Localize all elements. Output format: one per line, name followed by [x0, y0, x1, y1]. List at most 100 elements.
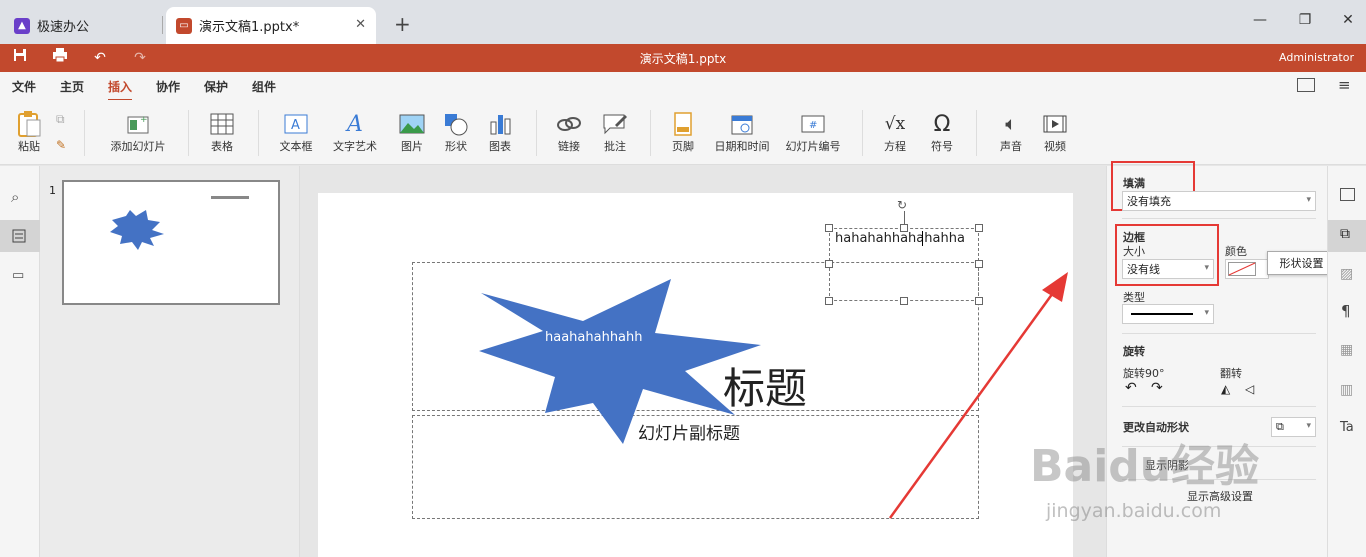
- svg-text:#: #: [809, 120, 817, 131]
- menu-protect[interactable]: 保护: [204, 78, 228, 95]
- ribbon-divider: [536, 110, 537, 156]
- divider: [1122, 406, 1316, 407]
- shape-icon: [443, 110, 469, 138]
- slide-settings-icon[interactable]: [1340, 188, 1355, 201]
- shape-settings-button[interactable]: ⧉: [1328, 220, 1366, 252]
- omega-icon: Ω: [933, 111, 951, 137]
- paste-button[interactable]: 粘贴: [12, 110, 46, 154]
- line-type-select[interactable]: ▾: [1122, 304, 1214, 324]
- flip-label: 翻转: [1220, 367, 1242, 380]
- hamburger-menu-icon[interactable]: ≡: [1338, 76, 1351, 94]
- textbox-button[interactable]: A 文本框: [276, 110, 316, 154]
- presentation-icon: ▭: [176, 17, 192, 34]
- tab-presentation[interactable]: ▭ 演示文稿1.pptx* ✕: [166, 7, 376, 44]
- video-button[interactable]: 视频: [1038, 110, 1072, 154]
- resize-handle[interactable]: [825, 297, 833, 305]
- paragraph-icon[interactable]: ¶: [1341, 302, 1351, 320]
- comment-button[interactable]: 批注: [598, 110, 632, 154]
- close-window-icon[interactable]: ✕: [1338, 12, 1358, 32]
- resize-handle[interactable]: [975, 224, 983, 232]
- copy-icon[interactable]: ⧉: [56, 112, 65, 127]
- textbox-icon: A: [284, 110, 308, 138]
- flip-horizontal-icon[interactable]: ◭: [1221, 382, 1230, 396]
- resize-handle[interactable]: [900, 224, 908, 232]
- resize-handle[interactable]: [975, 260, 983, 268]
- menu-insert[interactable]: 插入: [108, 78, 133, 101]
- comments-icon[interactable]: ▭: [12, 268, 24, 283]
- film-icon: [1043, 110, 1067, 138]
- table-settings-icon[interactable]: ▦: [1340, 342, 1353, 358]
- tab-jisu-office[interactable]: ▲ 极速办公: [4, 7, 160, 44]
- wordart-button[interactable]: A 文字艺术: [326, 110, 384, 154]
- menu-components[interactable]: 组件: [252, 78, 276, 95]
- flip-vertical-icon[interactable]: ◁: [1245, 382, 1254, 396]
- explosion-shape[interactable]: [473, 273, 773, 448]
- minimize-icon[interactable]: —: [1250, 12, 1270, 32]
- equation-button[interactable]: √x 方程: [876, 110, 914, 154]
- chevron-down-icon: ▾: [1306, 421, 1311, 431]
- resize-handle[interactable]: [825, 260, 833, 268]
- restore-icon[interactable]: ❐: [1295, 12, 1315, 32]
- symbol-button[interactable]: Ω 符号: [924, 110, 960, 154]
- divider: [1122, 333, 1316, 334]
- audio-button[interactable]: 🔈︎ 声音: [994, 110, 1028, 154]
- text-art-settings-icon[interactable]: Ta: [1340, 420, 1354, 435]
- slide-number-button[interactable]: # 幻灯片编号: [782, 110, 844, 154]
- format-painter-icon[interactable]: ✎: [56, 138, 66, 152]
- app-title-bar: ↶ ↷ 演示文稿1.pptx Administrator: [0, 44, 1366, 72]
- fill-label: 填满: [1123, 177, 1145, 190]
- slide-thumbnails: 1: [40, 166, 300, 557]
- rotate-right-icon[interactable]: ↷: [1151, 380, 1163, 396]
- fill-select[interactable]: 没有填充 ▾: [1122, 191, 1316, 211]
- menu-home[interactable]: 主页: [60, 78, 84, 95]
- chart-button[interactable]: 图表: [480, 110, 520, 154]
- textbox-content: hahahahhahahahha: [835, 231, 965, 246]
- rotate-left-icon[interactable]: ↶: [1125, 380, 1137, 396]
- size-select[interactable]: 没有线 ▾: [1122, 259, 1214, 279]
- table-button[interactable]: 表格: [204, 110, 240, 154]
- close-tab-icon[interactable]: ✕: [355, 17, 366, 32]
- no-color-swatch: [1228, 262, 1256, 276]
- rocket-icon: ▲: [14, 17, 30, 34]
- type-label: 类型: [1123, 291, 1145, 304]
- add-slide-icon: +: [126, 110, 150, 138]
- divider: [1122, 218, 1316, 219]
- color-picker[interactable]: [1225, 259, 1269, 279]
- add-slide-button[interactable]: + 添加幻灯片: [102, 110, 174, 154]
- size-label: 大小: [1123, 245, 1145, 258]
- image-button[interactable]: 图片: [392, 110, 432, 154]
- text-cursor: [922, 231, 923, 246]
- rotate-handle-icon[interactable]: ↻: [897, 198, 907, 212]
- footer-button[interactable]: 页脚: [666, 110, 700, 154]
- shape-text: haahahahhahh: [545, 330, 643, 345]
- slides-panel-button[interactable]: [0, 220, 40, 252]
- menu-collaborate[interactable]: 协作: [156, 78, 180, 95]
- color-label: 颜色: [1225, 245, 1247, 258]
- chart-settings-icon[interactable]: ▥: [1340, 382, 1353, 398]
- image-icon: [399, 110, 425, 138]
- link-button[interactable]: 链接: [552, 110, 586, 154]
- tab-label: 极速办公: [37, 20, 90, 35]
- change-shape-select[interactable]: ⧉ ▾: [1271, 417, 1316, 437]
- link-icon: [556, 110, 582, 138]
- datetime-button[interactable]: 日期和时间: [710, 110, 774, 154]
- slide-thumbnail-1[interactable]: [62, 180, 280, 305]
- resize-handle[interactable]: [825, 224, 833, 232]
- solid-line-preview: [1131, 313, 1193, 315]
- new-tab-button[interactable]: +: [394, 12, 411, 36]
- image-settings-icon[interactable]: ▨: [1340, 266, 1353, 282]
- calendar-icon: [731, 110, 753, 138]
- tab-divider: [162, 16, 163, 34]
- comment-icon: [602, 110, 628, 138]
- slide-number-icon: #: [801, 110, 825, 138]
- equation-icon: √x: [884, 114, 906, 134]
- ribbon-divider: [188, 110, 189, 156]
- insert-ribbon: 粘贴 ⧉ ✎ + 添加幻灯片 表格 A 文本框 A 文字艺术 图片 形状 图表 …: [0, 100, 1366, 165]
- right-settings-bar: ⧉ ▨ ¶ ▦ ▥ Ta: [1327, 166, 1366, 557]
- open-file-icon[interactable]: [1297, 78, 1315, 92]
- shape-button[interactable]: 形状: [436, 110, 476, 154]
- ribbon-divider: [862, 110, 863, 156]
- search-icon[interactable]: ⌕: [11, 188, 19, 206]
- chevron-down-icon: ▾: [1204, 308, 1209, 318]
- menu-file[interactable]: 文件: [12, 78, 36, 95]
